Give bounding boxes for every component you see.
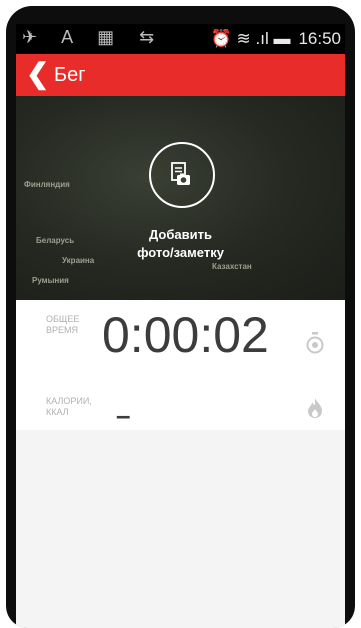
calories-label-line2: ККАЛ [46, 407, 69, 417]
map-label-finland: Финляндия [24, 180, 70, 189]
photo-note-icon [171, 162, 190, 185]
total-time-label: ОБЩЕЕ ВРЕМЯ [46, 314, 79, 336]
add-photo-label-line2: фото/заметку [137, 245, 224, 260]
app-toolbar: ❮ Бег [16, 54, 345, 96]
screen: ✈ A ▦ ⇆ ⏰ ≋ .ıl ▬ 16:50 ❮ Бег Финляндия … [16, 24, 345, 628]
map-label-romania: Румыния [32, 276, 69, 285]
total-time-value: 0:00:02 [102, 307, 269, 363]
add-photo-label[interactable]: Добавить фото/заметку [16, 226, 345, 262]
calories-value: – [116, 400, 131, 430]
stats-panel: ОБЩЕЕ ВРЕМЯ 0:00:02 КАЛОРИИ, ККАЛ – [16, 300, 345, 430]
status-bar: ✈ A ▦ ⇆ ⏰ ≋ .ıl ▬ 16:50 [16, 24, 345, 54]
total-time-label-line1: ОБЩЕЕ [46, 314, 80, 324]
add-photo-button[interactable] [149, 142, 215, 208]
status-time: 16:50 [298, 29, 341, 48]
total-time-label-line2: ВРЕМЯ [46, 325, 79, 335]
empty-content-area [16, 430, 345, 628]
page-title: Бег [54, 64, 86, 86]
chevron-left-icon[interactable]: ❮ [26, 60, 49, 88]
phone-frame: ✈ A ▦ ⇆ ⏰ ≋ .ıl ▬ 16:50 ❮ Бег Финляндия … [6, 6, 355, 628]
map-label-kazakhstan: Казахстан [212, 262, 252, 271]
stopwatch-icon [306, 332, 324, 354]
status-notification-icons: ✈ A ▦ ⇆ [22, 27, 165, 47]
add-photo-label-line1: Добавить [149, 227, 212, 242]
flame-icon [308, 398, 322, 418]
status-system-icons: ⏰ ≋ .ıl ▬ [210, 29, 291, 48]
status-right-icons: ⏰ ≋ .ıl ▬ 16:50 [211, 29, 341, 49]
map-background: Финляндия Беларусь Украина Румыния Казах… [16, 96, 345, 300]
calories-label-line1: КАЛОРИИ, [46, 396, 92, 406]
calories-label: КАЛОРИИ, ККАЛ [46, 396, 92, 418]
